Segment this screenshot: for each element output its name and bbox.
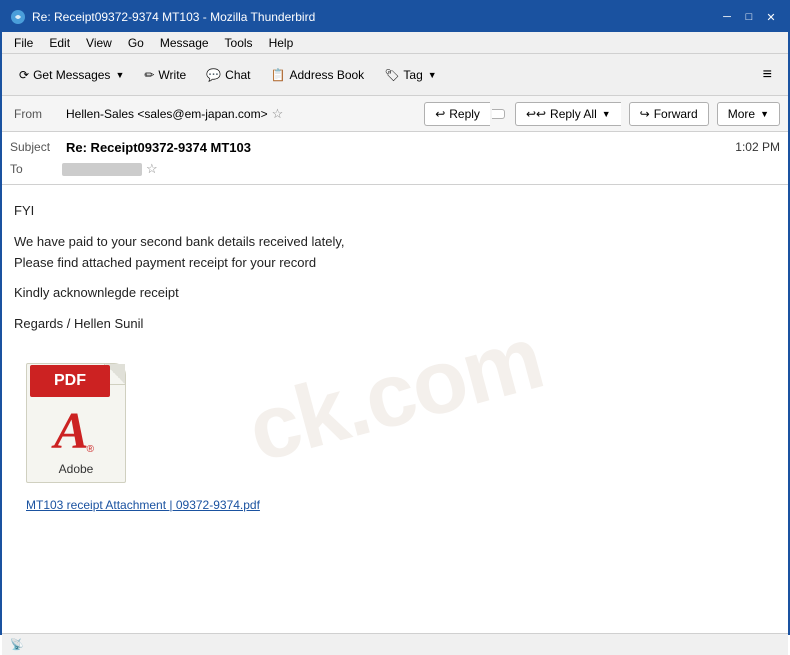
address-book-button[interactable]: 📋 Address Book [262, 63, 374, 87]
chat-icon: 💬 [206, 68, 221, 82]
body-paragraph-2: Kindly acknownlegde receipt [14, 283, 776, 304]
close-button[interactable]: ✕ [762, 8, 780, 26]
tag-icon: 🏷 [384, 68, 399, 82]
window-controls[interactable]: ─ □ ✕ [718, 8, 780, 26]
menu-tools[interactable]: Tools [217, 34, 261, 52]
pdf-adobe-label: Adobe [26, 460, 126, 479]
subject-label: Subject [10, 140, 62, 154]
menu-message[interactable]: Message [152, 34, 217, 52]
forward-button[interactable]: ↪ Forward [629, 102, 709, 126]
to-label: To [10, 162, 62, 176]
chat-button[interactable]: 💬 Chat [197, 63, 259, 87]
reply-all-dropdown: ▼ [602, 109, 611, 119]
status-icon: 📡 [10, 638, 24, 651]
reply-icon: ↩ [435, 107, 445, 121]
address-book-icon: 📋 [271, 68, 286, 82]
get-messages-icon: ⟳ [19, 68, 29, 82]
reply-all-button[interactable]: ↩↩ Reply All ▼ [515, 102, 621, 126]
tag-button[interactable]: 🏷 Tag ▼ [375, 63, 446, 87]
title-bar: Re: Receipt09372-9374 MT103 - Mozilla Th… [2, 2, 788, 32]
to-row: To ☆ [10, 158, 780, 180]
window-title: Re: Receipt09372-9374 MT103 - Mozilla Th… [32, 10, 718, 24]
from-label: From [14, 107, 66, 121]
attachment-link[interactable]: MT103 receipt Attachment | 09372-9374.pd… [26, 496, 764, 515]
content-area: Subject Re: Receipt09372-9374 MT103 1:02… [2, 132, 788, 633]
reply-all-split[interactable] [492, 109, 505, 119]
subject-value: Re: Receipt09372-9374 MT103 [66, 140, 251, 155]
more-label: More [728, 107, 755, 121]
body-line2: Please find attached payment receipt for… [14, 255, 316, 270]
to-star-icon[interactable]: ☆ [146, 161, 158, 177]
email-header: Subject Re: Receipt09372-9374 MT103 1:02… [2, 132, 788, 185]
reply-all-label: Reply All [550, 107, 597, 121]
from-value: Hellen-Sales <sales@em-japan.com> [66, 107, 268, 121]
menu-file[interactable]: File [6, 34, 41, 52]
app-icon [10, 9, 26, 25]
body-paragraph-1: We have paid to your second bank details… [14, 232, 776, 274]
minimize-button[interactable]: ─ [718, 8, 736, 26]
pdf-banner-label: PDF [30, 365, 110, 397]
tag-label: Tag [403, 68, 422, 82]
get-messages-dropdown-icon: ▼ [115, 70, 124, 80]
subject-row: Subject Re: Receipt09372-9374 MT103 1:02… [10, 136, 780, 158]
body-fyi: FYI [14, 201, 776, 222]
more-dropdown-icon: ▼ [760, 109, 769, 119]
action-bar: From Hellen-Sales <sales@em-japan.com> ☆… [2, 96, 788, 132]
write-button[interactable]: ✏ Write [135, 63, 195, 87]
email-time: 1:02 PM [735, 140, 780, 154]
forward-icon: ↪ [640, 107, 650, 121]
body-line1: We have paid to your second bank details… [14, 234, 345, 249]
menu-bar: File Edit View Go Message Tools Help [2, 32, 788, 54]
to-address-blurred [62, 163, 142, 176]
from-star-icon[interactable]: ☆ [272, 106, 284, 122]
write-icon: ✏ [144, 68, 154, 82]
body-regards: Regards / Hellen Sunil [14, 314, 776, 335]
reply-button[interactable]: ↩ Reply [424, 102, 490, 126]
more-button[interactable]: More ▼ [717, 102, 780, 126]
status-bar: 📡 [2, 633, 788, 655]
tag-dropdown-icon: ▼ [428, 70, 437, 80]
menu-help[interactable]: Help [261, 34, 302, 52]
reply-label: Reply [449, 107, 480, 121]
pdf-icon[interactable]: PDF A ® Adobe [26, 353, 136, 483]
menu-view[interactable]: View [78, 34, 120, 52]
write-label: Write [158, 68, 186, 82]
menu-edit[interactable]: Edit [41, 34, 78, 52]
attachment-area: PDF A ® Adobe MT103 receipt Attachment |… [14, 345, 776, 519]
hamburger-menu[interactable]: ≡ [755, 62, 780, 88]
get-messages-label: Get Messages [33, 68, 110, 82]
chat-label: Chat [225, 68, 250, 82]
reply-all-icon: ↩↩ [526, 107, 546, 121]
address-book-label: Address Book [289, 68, 364, 82]
menu-go[interactable]: Go [120, 34, 152, 52]
maximize-button[interactable]: □ [740, 8, 758, 26]
email-body: ck.com FYI We have paid to your second b… [2, 185, 788, 633]
forward-label: Forward [654, 107, 698, 121]
get-messages-button[interactable]: ⟳ Get Messages ▼ [10, 63, 133, 87]
pdf-acrobat-icon: A ® [40, 405, 110, 460]
toolbar: ⟳ Get Messages ▼ ✏ Write 💬 Chat 📋 Addres… [2, 54, 788, 96]
